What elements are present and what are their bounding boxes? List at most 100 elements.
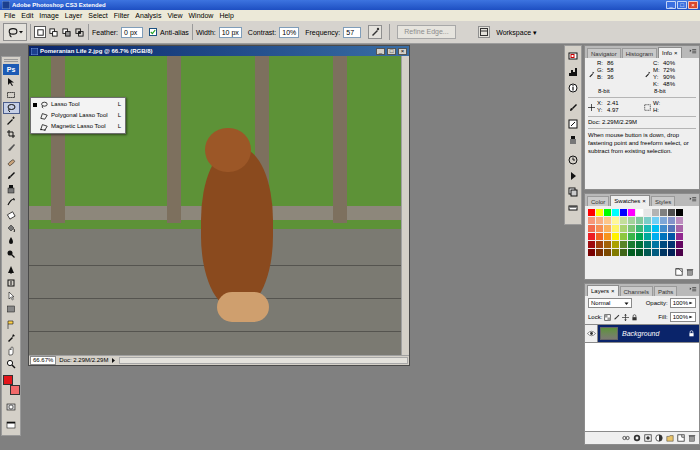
swatch[interactable]: [588, 209, 595, 216]
swatch[interactable]: [620, 225, 627, 232]
toolbox-gripper[interactable]: [4, 59, 18, 62]
layer-mask-icon[interactable]: [644, 434, 652, 442]
swatch[interactable]: [660, 225, 667, 232]
lock-position-icon[interactable]: [622, 314, 629, 321]
swatch[interactable]: [628, 225, 635, 232]
info-icon[interactable]: [566, 82, 580, 94]
lasso-icon[interactable]: [3, 102, 20, 114]
workspace-icon-button[interactable]: [478, 26, 490, 38]
fill-field[interactable]: 100%: [670, 312, 696, 322]
menu-item[interactable]: Help: [216, 10, 236, 21]
swatch[interactable]: [636, 233, 643, 240]
panel-tab[interactable]: Swatches×: [610, 195, 650, 206]
swatch[interactable]: [620, 209, 627, 216]
swatch[interactable]: [636, 241, 643, 248]
swatch[interactable]: [652, 233, 659, 240]
swatch[interactable]: [604, 217, 611, 224]
vertical-scrollbar[interactable]: [401, 56, 409, 355]
swatch[interactable]: [660, 209, 667, 216]
panel-menu-icon[interactable]: [689, 196, 697, 204]
swatch[interactable]: [660, 233, 667, 240]
swatch[interactable]: [588, 241, 595, 248]
adjustment-layer-icon[interactable]: [655, 434, 663, 442]
swatch[interactable]: [596, 241, 603, 248]
selection-mode-button[interactable]: [47, 26, 59, 38]
swatch[interactable]: [628, 217, 635, 224]
menu-item[interactable]: Layer: [62, 10, 86, 21]
swatch[interactable]: [668, 209, 675, 216]
swatch[interactable]: [612, 233, 619, 240]
panel-menu-icon[interactable]: [689, 286, 697, 294]
path-selection-icon[interactable]: [3, 290, 20, 302]
swatch[interactable]: [644, 249, 651, 256]
window-control-button[interactable]: □: [677, 1, 687, 9]
background-color-swatch[interactable]: [10, 385, 20, 395]
slice-icon[interactable]: [3, 141, 20, 153]
width-field[interactable]: 10 px: [219, 27, 242, 38]
clone-source-icon[interactable]: [566, 134, 580, 146]
brushes-icon[interactable]: [566, 102, 580, 114]
menu-item[interactable]: Analysis: [132, 10, 164, 21]
swatch[interactable]: [612, 217, 619, 224]
paint-bucket-icon[interactable]: [3, 222, 20, 234]
swatch[interactable]: [660, 241, 667, 248]
actions-icon[interactable]: [566, 170, 580, 182]
swatch[interactable]: [668, 217, 675, 224]
dodge-icon[interactable]: [3, 248, 20, 260]
panel-tab[interactable]: Styles: [651, 196, 675, 206]
swatch[interactable]: [676, 225, 683, 232]
pen-icon[interactable]: [3, 264, 20, 276]
swatch[interactable]: [588, 249, 595, 256]
contrast-field[interactable]: 10%: [279, 27, 299, 38]
blur-icon[interactable]: [3, 235, 20, 247]
opacity-field[interactable]: 100%: [670, 298, 696, 308]
menu-item[interactable]: View: [164, 10, 185, 21]
type-icon[interactable]: [3, 277, 20, 289]
panel-tab[interactable]: Layers×: [587, 285, 619, 296]
swatch[interactable]: [676, 233, 683, 240]
blend-mode-dropdown[interactable]: Normal: [588, 298, 632, 308]
swatch[interactable]: [676, 217, 683, 224]
layer-style-icon[interactable]: [633, 434, 641, 442]
menu-item[interactable]: Window: [185, 10, 216, 21]
menu-item[interactable]: Edit: [18, 10, 36, 21]
panel-close-button[interactable]: ×: [674, 49, 678, 57]
swatch[interactable]: [604, 249, 611, 256]
swatch[interactable]: [596, 225, 603, 232]
swatch[interactable]: [644, 225, 651, 232]
swatch[interactable]: [676, 249, 683, 256]
document-control-button[interactable]: ×: [398, 48, 407, 55]
swatch[interactable]: [628, 249, 635, 256]
swatch[interactable]: [652, 249, 659, 256]
swatch[interactable]: [652, 217, 659, 224]
swatch[interactable]: [620, 217, 627, 224]
measurement-icon[interactable]: [566, 202, 580, 214]
link-layers-icon[interactable]: [622, 434, 630, 442]
swatch[interactable]: [628, 233, 635, 240]
swatch[interactable]: [652, 209, 659, 216]
swatch[interactable]: [668, 249, 675, 256]
history-brush-icon[interactable]: [3, 196, 20, 208]
tool-presets-icon[interactable]: [566, 118, 580, 130]
flyout-item[interactable]: Magnetic Lasso ToolL: [31, 121, 125, 132]
eraser-icon[interactable]: [3, 209, 20, 221]
histogram-icon[interactable]: [566, 66, 580, 78]
trash-icon[interactable]: [688, 434, 696, 442]
swatch[interactable]: [588, 233, 595, 240]
workspace-menu[interactable]: Workspace ▾: [496, 28, 537, 37]
status-menu-arrow-icon[interactable]: [111, 358, 116, 363]
move-icon[interactable]: [3, 76, 20, 88]
flyout-item[interactable]: Lasso ToolL: [31, 99, 125, 110]
swatch[interactable]: [588, 225, 595, 232]
swatch[interactable]: [604, 233, 611, 240]
crop-icon[interactable]: [3, 128, 20, 140]
swatch[interactable]: [676, 209, 683, 216]
layer-name[interactable]: Background: [622, 329, 685, 338]
menu-item[interactable]: File: [1, 10, 18, 21]
swatch[interactable]: [628, 241, 635, 248]
healing-brush-icon[interactable]: [3, 157, 20, 169]
menu-item[interactable]: Filter: [111, 10, 133, 21]
swatch[interactable]: [652, 225, 659, 232]
menu-item[interactable]: Select: [85, 10, 110, 21]
swatch[interactable]: [620, 241, 627, 248]
